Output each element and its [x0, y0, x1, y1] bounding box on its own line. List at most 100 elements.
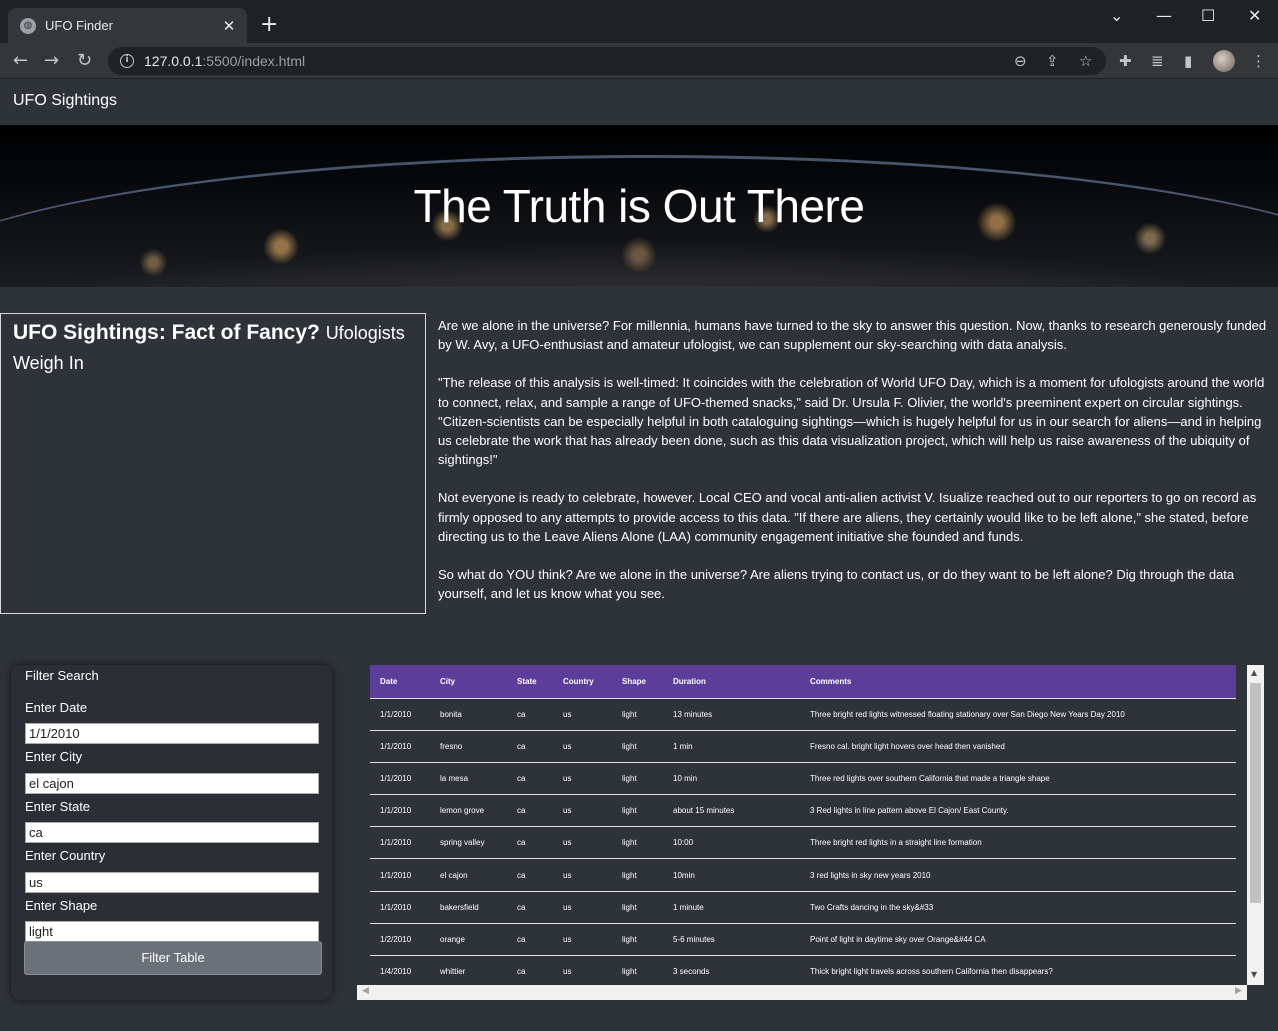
minimize-icon[interactable]: —	[1156, 6, 1172, 25]
side-panel-icon[interactable]: ▮	[1184, 52, 1192, 70]
country-input[interactable]	[25, 872, 319, 893]
reload-icon[interactable]: ↻	[77, 51, 92, 71]
extensions-icon[interactable]: ✚	[1119, 52, 1132, 70]
date-label: Enter Date	[25, 700, 88, 715]
cell-state: ca	[507, 697, 553, 731]
article-headline: UFO Sightings: Fact of Fancy?	[13, 321, 320, 344]
scroll-down-icon[interactable]: ▼	[1251, 970, 1257, 979]
article-paragraph: Not everyone is ready to celebrate, howe…	[438, 490, 1257, 544]
navbar	[0, 80, 1278, 125]
cell-country: us	[553, 697, 612, 731]
cell-state: ca	[507, 858, 553, 892]
cell-comments: Thick bright light travels across southe…	[800, 954, 1236, 988]
cell-country: us	[553, 858, 612, 892]
url-path: :5500/index.html	[202, 53, 306, 69]
navbar-brand[interactable]: UFO Sightings	[13, 92, 117, 110]
tab-title: UFO Finder	[45, 18, 113, 33]
menu-dots-icon[interactable]: ⋮	[1251, 52, 1266, 70]
site-info-icon[interactable]: i	[120, 54, 134, 68]
browser-tab[interactable]: ◍ UFO Finder ✕	[8, 8, 247, 43]
bookmark-star-icon[interactable]: ☆	[1079, 52, 1092, 70]
header-duration: Duration	[673, 676, 706, 686]
scroll-thumb[interactable]	[1250, 683, 1261, 903]
cell-duration: 3 seconds	[663, 954, 800, 988]
globe-icon: ◍	[20, 17, 36, 34]
cell-country: us	[553, 826, 612, 859]
cell-country: us	[553, 922, 612, 956]
cell-duration: 10min	[663, 858, 800, 892]
shape-input[interactable]	[25, 921, 319, 942]
cell-date: 1/2/2010	[370, 922, 430, 956]
article-paragraph: So what do YOU think? Are we alone in th…	[438, 567, 1235, 602]
header-country: Country	[563, 676, 594, 686]
profile-avatar[interactable]	[1213, 50, 1235, 72]
browser-toolbar: ← → ↻ i 127.0.0.1:5500/index.html ⊖ ⇪ ☆ …	[0, 43, 1278, 79]
table-row: 1/1/2010 fresno ca us light 1 min Fresno cal. …	[370, 729, 1236, 763]
cell-comments: Point of light in daytime sky over Orang…	[800, 922, 1236, 956]
state-input[interactable]	[25, 822, 319, 843]
scroll-up-icon[interactable]: ▲	[1251, 668, 1257, 677]
reading-list-icon[interactable]: ≣	[1151, 52, 1164, 70]
header-comments: Comments	[810, 676, 852, 686]
header-date: Date	[380, 676, 398, 686]
cell-city: la mesa	[430, 761, 507, 795]
scroll-right-icon[interactable]: ▶	[1235, 986, 1242, 996]
cell-comments: Fresno cal. bright light hovers over hea…	[800, 729, 1236, 763]
maximize-icon[interactable]: ☐	[1201, 6, 1215, 25]
cell-city: el cajon	[430, 858, 507, 892]
cell-state: ca	[507, 794, 553, 827]
new-tab-icon[interactable]: +	[260, 14, 278, 36]
share-icon[interactable]: ⇪	[1046, 52, 1059, 70]
cell-city: fresno	[430, 729, 507, 763]
article-paragraph: Are we alone in the universe? For millen…	[438, 318, 1267, 353]
cell-state: ca	[507, 922, 553, 956]
forward-icon[interactable]: →	[44, 51, 59, 71]
close-window-icon[interactable]: ✕	[1248, 6, 1261, 25]
url-host: 127.0.0.1	[144, 53, 203, 69]
cell-country: us	[553, 890, 612, 924]
address-bar[interactable]: i 127.0.0.1:5500/index.html ⊖ ⇪ ☆	[108, 47, 1106, 75]
filter-table-button[interactable]: Filter Table	[24, 941, 322, 975]
cell-shape: light	[612, 890, 663, 924]
header-city: City	[440, 676, 456, 686]
cell-country: us	[553, 729, 612, 763]
cell-shape: light	[612, 826, 663, 859]
table-vertical-scrollbar[interactable]: ▲ ▼	[1247, 665, 1264, 985]
table-row: 1/1/2010 el cajon ca us light 10min 3 red ligh…	[370, 858, 1236, 892]
zoom-icon[interactable]: ⊖	[1014, 52, 1027, 70]
table-row: 1/1/2010 la mesa ca us light 10 min Three red …	[370, 761, 1236, 795]
article-title-card: UFO Sightings: Fact of Fancy? Ufologists…	[0, 313, 426, 614]
cell-shape: light	[612, 954, 663, 988]
city-input[interactable]	[25, 773, 319, 794]
cell-state: ca	[507, 826, 553, 859]
cell-duration: 1 min	[663, 729, 800, 763]
cell-city: orange	[430, 922, 507, 956]
date-input[interactable]	[25, 723, 319, 744]
cell-date: 1/1/2010	[370, 794, 430, 827]
table-row: 1/1/2010 lemon grove ca us light about 15 min…	[370, 794, 1236, 827]
hero-banner: The Truth is Out There	[0, 125, 1278, 287]
header-shape: Shape	[622, 676, 647, 686]
table-horizontal-scrollbar[interactable]: ◀ ▶	[357, 985, 1247, 1000]
cell-date: 1/1/2010	[370, 826, 430, 859]
cell-comments: Three bright red lights in a straight li…	[800, 826, 1236, 859]
table-header-row: Date City State Country Shape Duration C…	[370, 665, 1236, 698]
cell-country: us	[553, 954, 612, 988]
cell-shape: light	[612, 761, 663, 795]
table-body: 1/1/2010 bonita ca us light 13 minutes Three b…	[370, 697, 1236, 988]
cell-duration: 5-6 minutes	[663, 922, 800, 956]
cell-comments: Three bright red lights witnessed floati…	[800, 697, 1236, 731]
close-tab-icon[interactable]: ✕	[221, 17, 237, 35]
cell-shape: light	[612, 697, 663, 731]
scroll-left-icon[interactable]: ◀	[362, 986, 369, 996]
table-row: 1/1/2010 bonita ca us light 13 minutes Three b…	[370, 697, 1236, 731]
cell-city: lemon grove	[430, 794, 507, 827]
cell-shape: light	[612, 729, 663, 763]
cell-date: 1/1/2010	[370, 729, 430, 763]
state-label: Enter State	[25, 799, 91, 814]
cell-duration: 10 min	[663, 761, 800, 795]
tab-search-icon[interactable]: ⌄	[1110, 6, 1123, 25]
cell-shape: light	[612, 794, 663, 827]
back-icon[interactable]: ←	[13, 51, 28, 71]
cell-city: spring valley	[430, 826, 507, 859]
